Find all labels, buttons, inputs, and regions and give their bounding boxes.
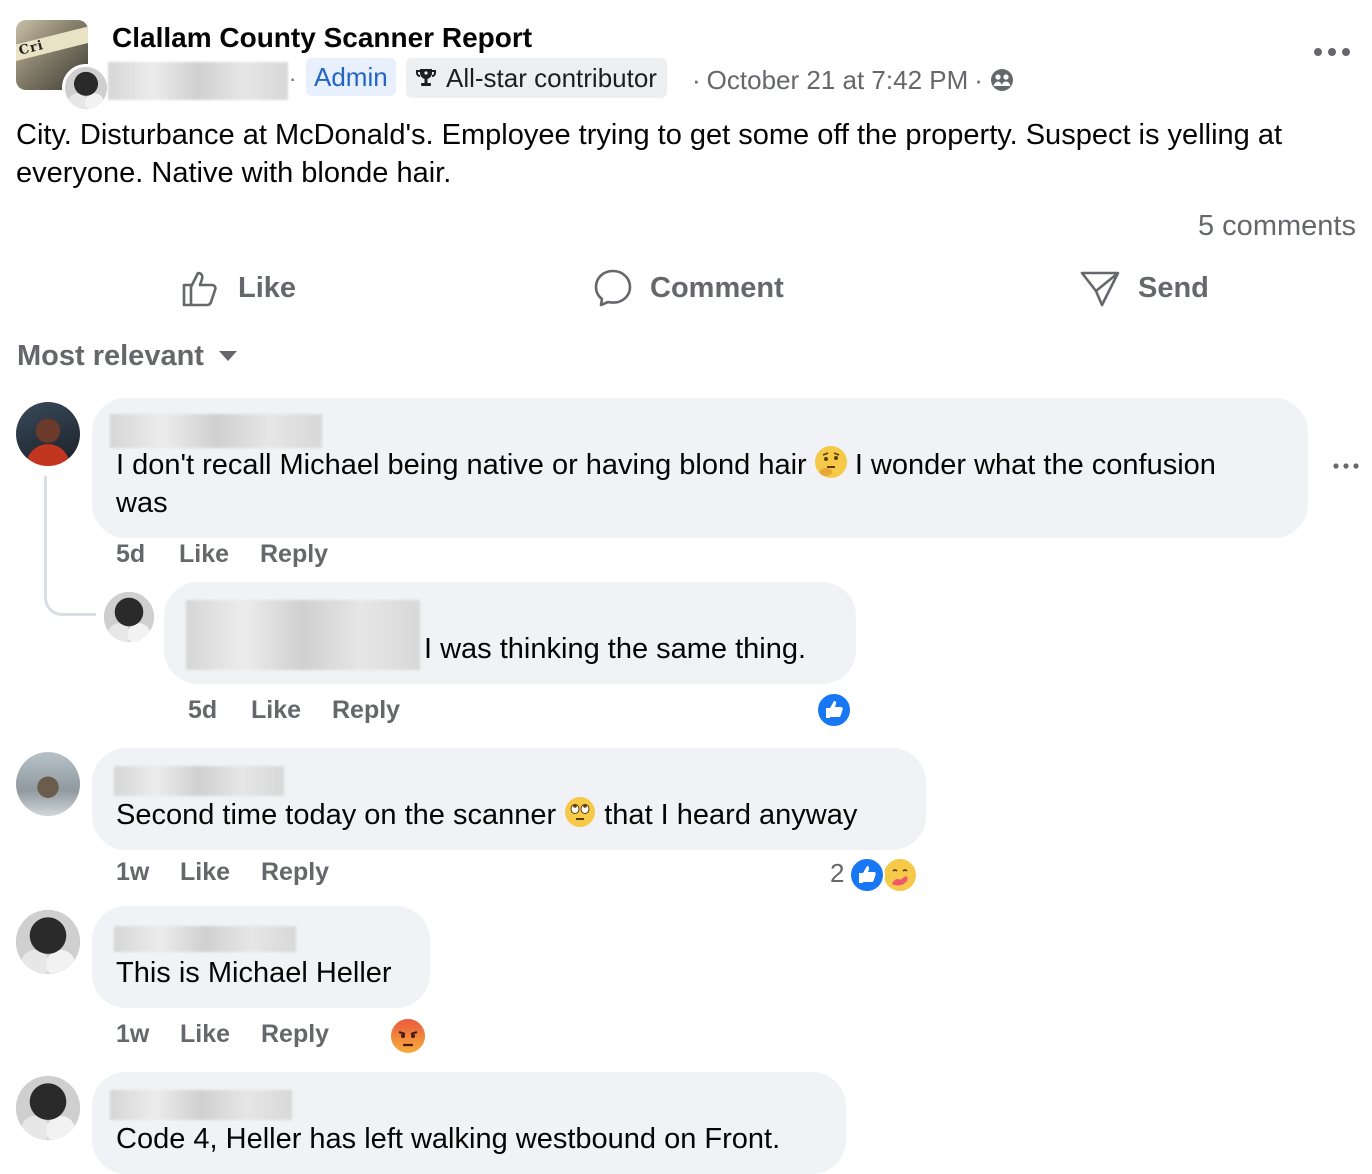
reaction-count[interactable]: 2	[830, 858, 844, 889]
reply-text: I was thinking the same thing.	[424, 633, 807, 665]
sort-dropdown[interactable]: Most relevant	[17, 336, 238, 376]
post-meta: · October 21 at 7:42 PM ·	[692, 62, 1015, 98]
reply-like-button[interactable]: Like	[251, 696, 332, 725]
comment-options-icon[interactable]	[1332, 460, 1360, 472]
comment-reply-button[interactable]: Reply	[260, 540, 328, 569]
author-avatar-image	[65, 67, 107, 109]
like-reaction-icon[interactable]	[816, 692, 852, 728]
comment-bubble: This is Michael Heller	[92, 906, 430, 1008]
separator: ·	[692, 65, 701, 95]
separator: ·	[289, 66, 297, 91]
group-audience-icon[interactable]	[989, 67, 1015, 93]
eye-roll-face-icon	[564, 796, 596, 828]
group-avatar[interactable]: Cri	[16, 20, 110, 112]
separator: ·	[974, 65, 983, 95]
comment-bubble: I don't recall Michael being native or h…	[92, 398, 1308, 538]
caret-down-icon	[218, 351, 237, 361]
reply-avatar-image	[104, 592, 154, 642]
trophy-icon	[416, 69, 436, 86]
like-reaction-icon[interactable]	[848, 856, 886, 894]
commenter-name-redacted[interactable]	[114, 766, 284, 796]
comment-age[interactable]: 5d	[116, 540, 179, 569]
commenter-avatar[interactable]	[16, 752, 80, 816]
comment-like-button[interactable]: Like	[179, 540, 260, 569]
comment-icon	[594, 269, 632, 307]
comment-text-part: I don't recall Michael being native or h…	[116, 449, 807, 481]
comment-reply-button[interactable]: Reply	[261, 1020, 329, 1049]
commenter-name-redacted[interactable]	[110, 414, 322, 448]
commenter-name-redacted[interactable]	[114, 926, 296, 952]
send-button[interactable]: Send	[1078, 264, 1209, 312]
comment-count[interactable]: 5 comments	[1198, 206, 1356, 246]
comment-text: This is Michael Heller	[116, 957, 392, 989]
comment-label: Comment	[650, 271, 784, 304]
comment-like-button[interactable]: Like	[180, 1020, 261, 1049]
comment-age[interactable]: 1w	[116, 858, 180, 887]
send-label: Send	[1138, 271, 1209, 304]
like-button[interactable]: Like	[180, 264, 296, 312]
sort-label: Most relevant	[17, 340, 204, 372]
more-options-icon[interactable]	[1312, 42, 1352, 62]
comment-like-button[interactable]: Like	[180, 858, 261, 887]
comment-text: I don't recall Michael being native or h…	[116, 446, 1266, 522]
reply-bubble: I was thinking the same thing.	[164, 582, 856, 684]
reply-thread-line	[44, 476, 96, 616]
group-name[interactable]: Clallam County Scanner Report	[112, 20, 532, 56]
comment-text-part: that I heard anyway	[604, 799, 858, 831]
comment-actions: 5d Like Reply	[116, 540, 328, 569]
comment-button[interactable]: Comment	[592, 264, 784, 312]
angry-reaction-icon[interactable]	[388, 1016, 428, 1056]
reply-actions: 5d Like Reply	[188, 696, 400, 725]
post-body: City. Disturbance at McDonald's. Employe…	[16, 119, 1283, 189]
group-avatar-text: Cri	[16, 22, 88, 62]
comment-age[interactable]: 1w	[116, 1020, 180, 1049]
comment-bubble: Code 4, Heller has left walking westboun…	[92, 1072, 846, 1174]
thumbs-up-icon	[182, 271, 217, 307]
comment-actions: 1w Like Reply	[116, 1020, 329, 1049]
author-avatar[interactable]	[62, 64, 110, 112]
author-name-redacted[interactable]	[108, 62, 288, 100]
thinking-face-icon	[814, 446, 847, 478]
commenter-avatar[interactable]	[16, 1076, 80, 1140]
badge-label: All-star contributor	[446, 63, 657, 93]
comment-text: Second time today on the scanner that I …	[116, 796, 857, 834]
admin-badge[interactable]: Admin	[306, 58, 396, 96]
comment-bubble: Second time today on the scanner that I …	[92, 748, 926, 850]
commenter-avatar-image	[16, 910, 80, 974]
comment-text: Code 4, Heller has left walking westboun…	[116, 1123, 781, 1155]
comment-actions: 1w Like Reply	[116, 858, 329, 887]
all-star-badge[interactable]: All-star contributor	[406, 58, 667, 98]
commenter-avatar[interactable]	[16, 910, 80, 974]
reply-age[interactable]: 5d	[188, 696, 251, 725]
care-reaction-icon[interactable]	[880, 856, 920, 894]
like-label: Like	[238, 271, 297, 304]
commenter-avatar[interactable]	[16, 402, 80, 466]
reply-name-redacted[interactable]	[186, 600, 420, 670]
send-icon	[1080, 271, 1120, 307]
reply-reply-button[interactable]: Reply	[332, 696, 400, 725]
reply-avatar[interactable]	[104, 592, 154, 642]
comment-reply-button[interactable]: Reply	[261, 858, 329, 887]
comment-text-part: Second time today on the scanner	[116, 799, 557, 831]
commenter-avatar-image	[16, 1076, 80, 1140]
commenter-name-redacted[interactable]	[110, 1090, 292, 1120]
post-timestamp[interactable]: October 21 at 7:42 PM	[707, 62, 969, 98]
